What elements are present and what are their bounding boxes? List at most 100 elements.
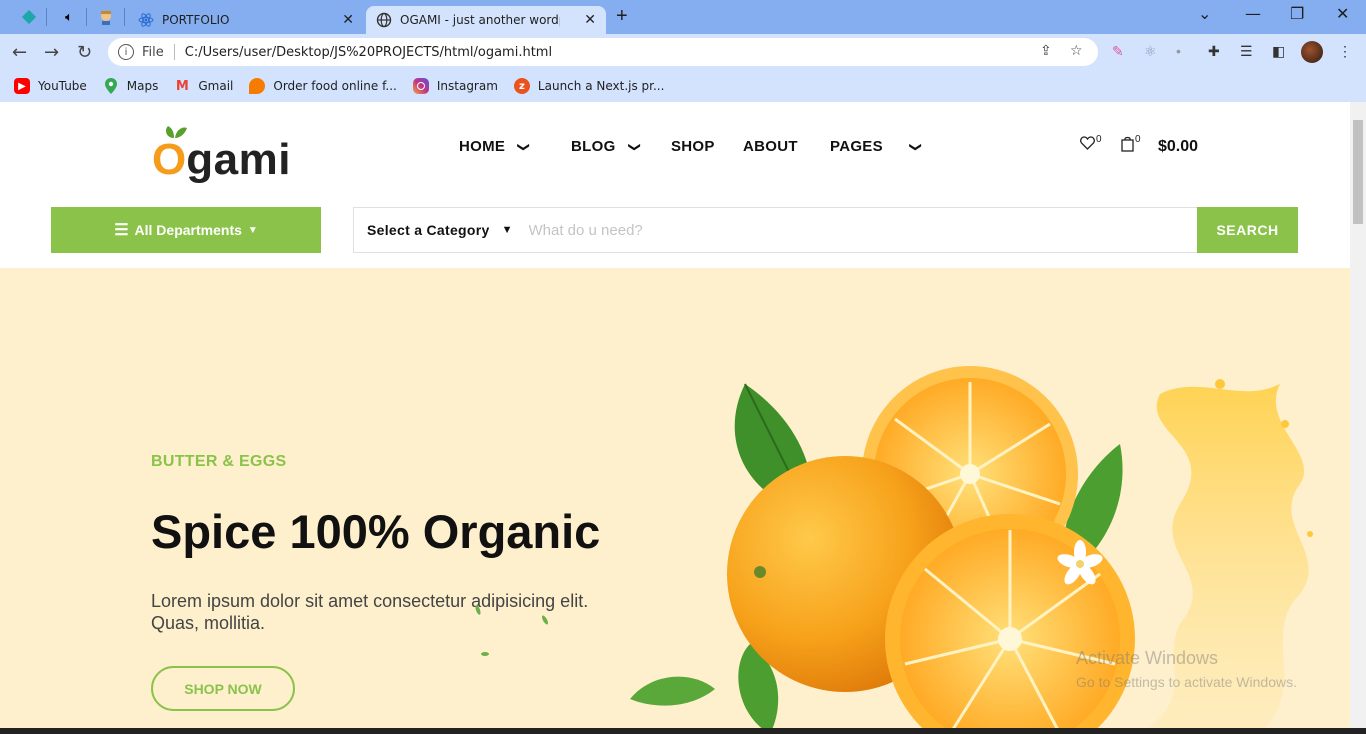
bookmark-nextjs[interactable]: z Launch a Next.js pr... xyxy=(513,78,665,94)
bookmark-youtube[interactable]: ▶ YouTube xyxy=(14,78,87,94)
heart-icon xyxy=(1080,136,1095,150)
windows-watermark-title: Activate Windows xyxy=(1076,648,1219,668)
nav-about-label: ABOUT xyxy=(743,138,798,155)
cart-total: $0.00 xyxy=(1158,138,1199,155)
all-departments-label: All Departments xyxy=(134,222,242,238)
hero-banner: BUTTER & EGGS Spice 100% Organic Lorem i… xyxy=(0,268,1350,734)
floating-leaves xyxy=(475,605,549,656)
tab-portfolio[interactable]: PORTFOLIO ✕ xyxy=(128,6,364,34)
address-bar[interactable]: i File C:/Users/user/Desktop/JS%20PROJEC… xyxy=(108,38,1098,66)
wishlist-button[interactable]: 0 xyxy=(1080,134,1102,150)
chevron-down-icon: ❯ xyxy=(908,141,923,152)
nav-shop-label: SHOP xyxy=(671,138,715,155)
cart-button[interactable]: 0 xyxy=(1121,134,1141,152)
new-tab-button[interactable]: + xyxy=(616,5,628,28)
list-icon: ☰ xyxy=(114,222,129,239)
nav-home-label: HOME xyxy=(459,138,506,155)
close-tab-icon[interactable]: ✕ xyxy=(584,12,596,28)
page-scrollbar[interactable] xyxy=(1350,102,1366,734)
scrollbar-thumb[interactable] xyxy=(1353,120,1363,224)
bookmark-label: Instagram xyxy=(436,79,498,93)
chevron-down-icon: ▼ xyxy=(247,224,258,236)
chevron-down-icon: ❯ xyxy=(517,141,532,152)
maps-pin-icon xyxy=(103,78,119,94)
gmail-icon: M xyxy=(175,78,189,94)
close-window-button[interactable]: ✕ xyxy=(1336,4,1349,23)
profile-avatar[interactable] xyxy=(1301,41,1323,63)
nav-pages[interactable]: PAGES ❯ xyxy=(830,138,923,155)
tab-search-button[interactable]: ⌄ xyxy=(1198,4,1211,23)
globe-icon xyxy=(376,12,392,28)
bookmark-label: Launch a Next.js pr... xyxy=(537,79,665,93)
web-page: O gami HOME ❯ BLOG ❯ SHOP ABOUT PAGES ❯ … xyxy=(0,102,1350,734)
star-icon[interactable]: ☆ xyxy=(1070,43,1083,59)
nav-shop[interactable]: SHOP xyxy=(671,138,715,155)
close-tab-icon[interactable]: ✕ xyxy=(342,12,354,28)
logo-text: gami xyxy=(186,135,291,184)
instagram-icon xyxy=(412,78,429,94)
bookmark-gmail[interactable]: M Gmail xyxy=(174,78,233,94)
tab-ogami[interactable]: OGAMI - just another wordpress ✕ xyxy=(366,6,606,34)
close-icon: ✕ xyxy=(1336,4,1350,23)
youtube-icon: ▶ xyxy=(14,78,30,94)
browser-tab-bar: 🔈︎ PORTFOLIO ✕ OGAMI - just another word… xyxy=(0,0,1366,34)
bookmark-swiggy[interactable]: Order food online f... xyxy=(249,78,397,94)
category-select[interactable]: Select a Category xyxy=(367,222,490,238)
forward-button[interactable]: → xyxy=(44,42,59,63)
browser-toolbar: ← → ↻ i File C:/Users/user/Desktop/JS%20… xyxy=(0,34,1366,70)
hero-headline: Spice 100% Organic xyxy=(151,505,601,558)
nav-pages-label: PAGES xyxy=(830,138,883,155)
reading-list-icon[interactable]: ☰ xyxy=(1240,43,1253,60)
tab-title: PORTFOLIO xyxy=(162,13,230,27)
diamond-icon xyxy=(21,9,37,25)
extension-icon[interactable]: • xyxy=(1176,43,1181,59)
chevron-down-icon[interactable]: ▼ xyxy=(502,224,513,236)
speaker-icon: 🔈︎ xyxy=(65,9,73,24)
shopping-bag-icon xyxy=(1121,136,1134,152)
side-panel-icon[interactable]: ◧ xyxy=(1272,43,1285,60)
shop-now-button[interactable]: SHOP NOW xyxy=(151,666,295,711)
bookmark-label: Gmail xyxy=(198,79,234,93)
url-scheme: File xyxy=(142,44,164,60)
bookmarks-bar: ▶ YouTube Maps M Gmail Order food online… xyxy=(0,70,1366,102)
cart-count: 0 xyxy=(1135,134,1141,145)
share-icon[interactable]: ⇪ xyxy=(1040,43,1052,59)
react-devtools-icon[interactable]: ⚛ xyxy=(1144,43,1157,60)
tab-title: OGAMI - just another wordpress xyxy=(400,13,560,27)
pinned-tab-audio[interactable]: 🔈︎ xyxy=(58,6,80,28)
color-picker-extension-icon[interactable]: ✎ xyxy=(1112,43,1124,60)
puzzle-icon[interactable]: ✚ xyxy=(1208,43,1220,60)
logo-first-letter: O xyxy=(152,135,187,184)
back-button[interactable]: ← xyxy=(12,42,27,63)
bookmark-instagram[interactable]: Instagram xyxy=(412,78,498,94)
minimize-button[interactable]: — xyxy=(1245,4,1261,23)
all-departments-button[interactable]: ☰ All Departments ▼ xyxy=(51,207,321,253)
site-logo[interactable]: O gami xyxy=(152,122,291,182)
react-icon xyxy=(138,13,154,27)
nav-blog-label: BLOG xyxy=(571,138,616,155)
kebab-menu-icon[interactable]: ⋮ xyxy=(1338,43,1352,60)
info-icon[interactable]: i xyxy=(118,44,134,60)
search-bar: Select a Category ▼ xyxy=(353,207,1298,253)
arrow-right-icon: → xyxy=(44,42,60,63)
bookmark-maps[interactable]: Maps xyxy=(103,78,159,94)
nav-about[interactable]: ABOUT xyxy=(743,138,798,155)
pinned-tab-avatar[interactable] xyxy=(95,6,117,28)
search-input[interactable] xyxy=(528,221,1129,239)
reload-icon: ↻ xyxy=(77,42,93,63)
swiggy-icon xyxy=(249,78,266,94)
arrow-left-icon: ← xyxy=(12,42,28,63)
search-button[interactable]: SEARCH xyxy=(1197,207,1298,253)
nav-home[interactable]: HOME ❯ xyxy=(459,138,532,155)
restore-icon: ❐ xyxy=(1290,4,1305,23)
logo-orange-o: O xyxy=(152,126,187,184)
chevron-down-icon: ⌄ xyxy=(1198,4,1212,23)
url-text: C:/Users/user/Desktop/JS%20PROJECTS/html… xyxy=(184,44,553,60)
nav-blog[interactable]: BLOG ❯ xyxy=(571,138,642,155)
launch-icon: z xyxy=(513,78,530,94)
restore-button[interactable]: ❐ xyxy=(1290,4,1304,23)
bookmark-label: YouTube xyxy=(38,79,87,93)
reload-button[interactable]: ↻ xyxy=(77,42,92,63)
pinned-tab-diamond[interactable] xyxy=(18,6,40,28)
bookmark-label: Maps xyxy=(126,79,159,93)
